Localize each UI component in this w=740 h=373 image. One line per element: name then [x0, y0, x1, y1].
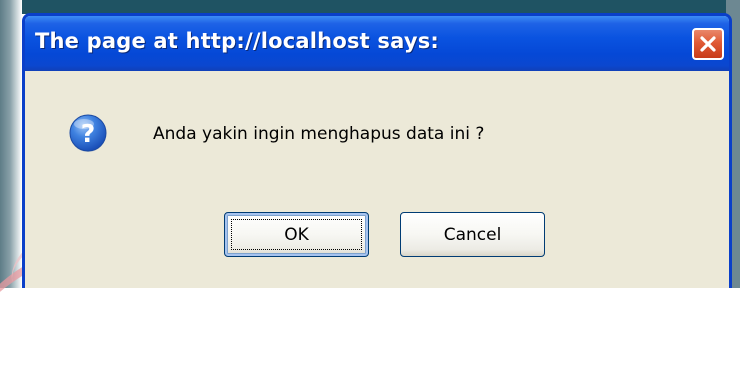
svg-text:?: ? — [81, 119, 96, 148]
dialog-titlebar[interactable]: The page at http://localhost says: — [25, 16, 729, 71]
dialog-title: The page at http://localhost says: — [35, 29, 440, 53]
background-page-left — [0, 0, 22, 288]
close-button[interactable] — [692, 28, 724, 60]
focus-indicator — [231, 219, 362, 250]
close-icon — [700, 36, 716, 52]
cancel-button[interactable]: Cancel — [400, 212, 545, 257]
question-icon: ? — [69, 114, 107, 152]
cancel-button-label: Cancel — [443, 224, 502, 245]
confirm-dialog: The page at http://localhost says: ? And… — [22, 13, 732, 288]
background-page-header — [0, 0, 740, 14]
dialog-message: Anda yakin ingin menghapus data ini ? — [153, 124, 485, 144]
dialog-body: ? Anda yakin ingin menghapus data ini ? … — [25, 71, 729, 288]
ok-button[interactable]: OK — [224, 212, 369, 257]
